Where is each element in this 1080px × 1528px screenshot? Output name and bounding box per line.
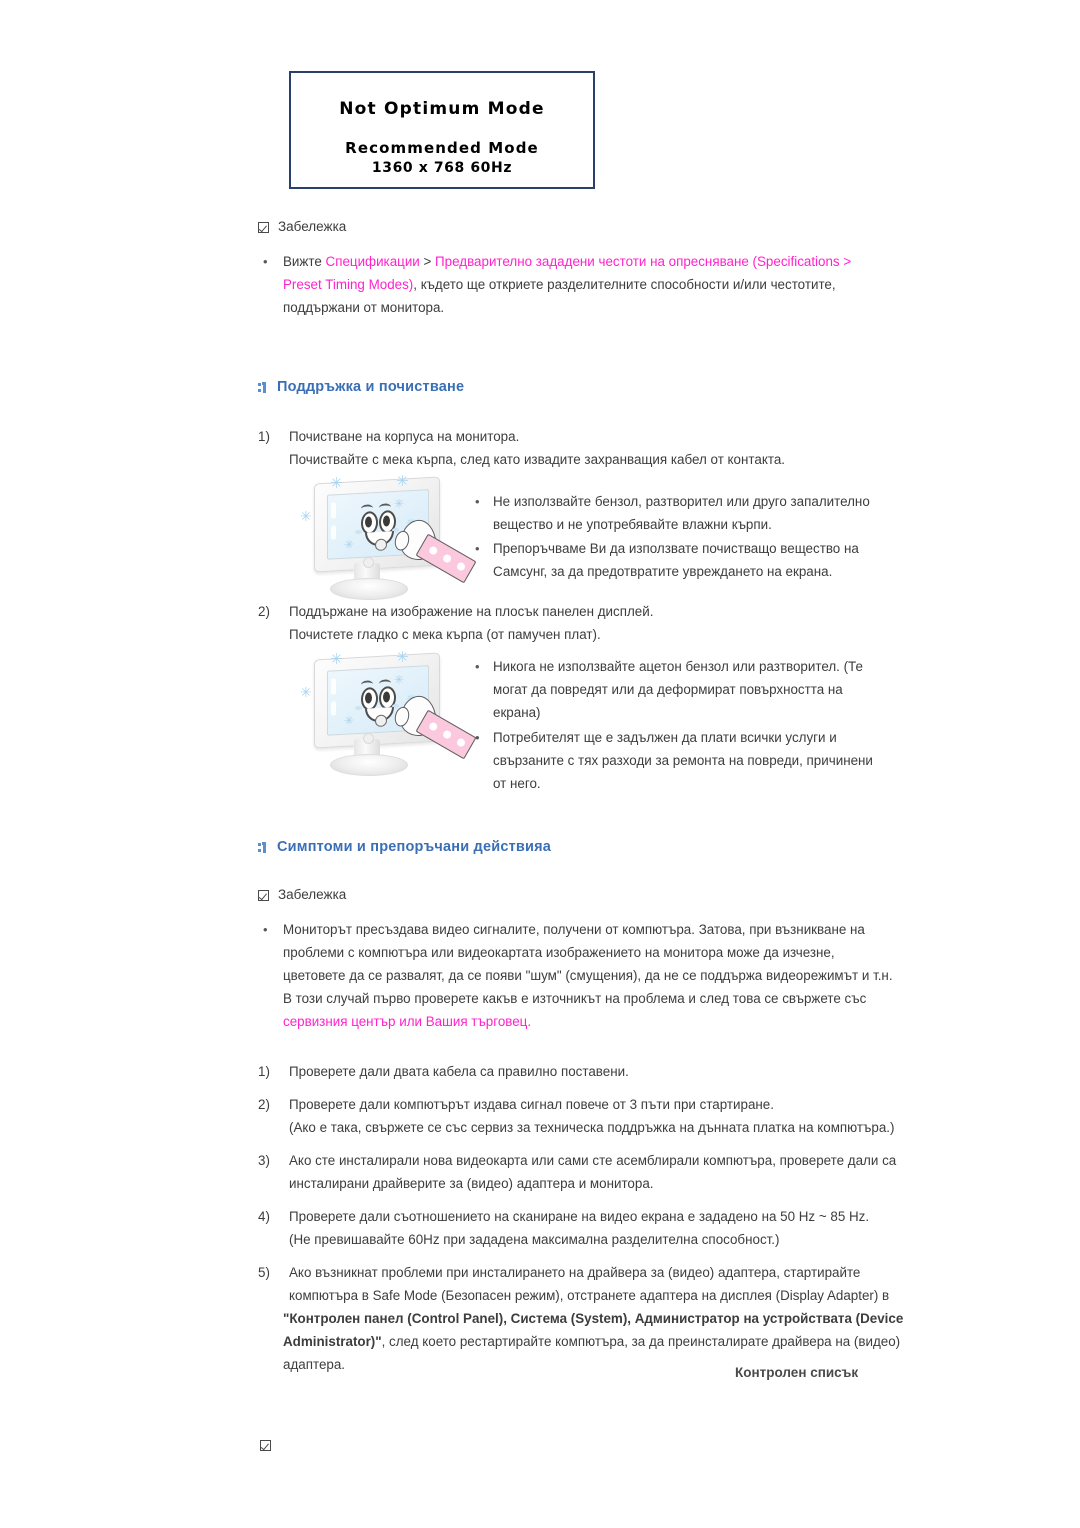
maintenance-item-1-line-1: Почистване на корпуса на монитора. [289, 429, 520, 444]
osd-line-not-optimum: Not Optimum Mode [339, 99, 545, 119]
note-label-text: Забележка [278, 219, 347, 234]
step-1-line-1: Проверете дали двата кабела са правилно … [289, 1064, 629, 1079]
note-label-top: Забележка [258, 219, 346, 234]
step-number-5: 5) [258, 1265, 270, 1280]
checkbox-checked-icon [258, 890, 269, 901]
bullet-icon: • [475, 659, 480, 674]
screen-highlight-stripe [331, 701, 336, 716]
note-label-symptoms: Забележка [258, 887, 346, 902]
bullet-icon: • [475, 730, 480, 745]
sparkle-icon: ✳ [396, 472, 409, 490]
checkbox-checked-icon [258, 222, 269, 233]
link-preset-timing-modes-b[interactable]: Timing Modes) [325, 277, 413, 292]
link-specifications[interactable]: Спецификации [326, 254, 420, 269]
monitor-cleaning-illustration-2: ✳ ✳ ✳ ✳ ✳ ✳ ✳ [292, 648, 477, 778]
bullet-icon: • [475, 541, 480, 556]
osd-line-recommended: Recommended Mode [345, 139, 539, 157]
step-number-4: 4) [258, 1209, 270, 1224]
step-5-line-1: Ако възникнат проблеми при инсталирането… [289, 1265, 861, 1280]
step-number-2: 2) [258, 1097, 270, 1112]
note-top-text-4: монитора. [380, 300, 445, 315]
step-4-line-1: Проверете дали съотношението на сканиран… [289, 1209, 870, 1224]
step-2-line-2: (Ако е така, свържете се със сервиз за т… [289, 1120, 895, 1135]
blush-left [355, 705, 362, 711]
step-5-bold-part-2: Administrator)" [283, 1334, 382, 1349]
symptoms-note-line-1: Мониторът пресъздава видео сигналите, по… [283, 922, 865, 937]
sparkle-icon: ✳ [300, 685, 312, 701]
monitor-cleaning-illustration-1: ✳ ✳ ✳ ✳ ✳ ✳ ✳ [292, 472, 477, 602]
step-number-1: 1) [258, 1064, 270, 1079]
checkbox-checked-icon[interactable] [260, 1440, 271, 1451]
step-3-line-1: Ако сте инсталирали нова видеокарта или … [289, 1153, 897, 1168]
document-page: Not Optimum Mode Recommended Mode 1360 x… [0, 0, 1080, 1528]
bullet-icon: • [263, 922, 268, 937]
step-5-bold-part-1: "Контролен панел (Control Panel), Систем… [283, 1311, 904, 1326]
section-heading-maintenance: Поддръжка и почистване [258, 379, 464, 395]
mouth [365, 707, 394, 728]
screen-highlight-stripe [331, 502, 336, 519]
section-heading-symptoms-text: Симптоми и препоръчани действияа [277, 839, 552, 855]
maintenance-item-2-bullet-1: Никога не използвайте ацетон бензол или … [493, 659, 863, 720]
link-service-center-b[interactable]: център или Вашия търговец. [351, 1014, 531, 1029]
list-number-2: 2) [258, 604, 270, 619]
maintenance-item-2-bullet-2: Потребителят ще е задължен да плати всич… [493, 730, 873, 791]
screen-highlight-stripe [331, 678, 336, 695]
maintenance-item-2-line-2: Почистете гладко с мека кърпа (от памуче… [289, 627, 601, 642]
symptoms-note-line-4: случай първо проверете какъв е източникъ… [326, 991, 867, 1006]
screen-highlight-stripe [331, 525, 336, 540]
sparkle-icon: ✳ [396, 648, 409, 666]
step-5-line-2: компютъра в Safe Mode (Безопасен режим),… [289, 1288, 890, 1303]
maintenance-item-1-bullet-2: Препоръчваме Ви да използвате почистващо… [493, 541, 859, 579]
list-number-1: 1) [258, 429, 270, 444]
note-top-text-1: Вижте [283, 254, 326, 269]
footer-checkbox-row[interactable] [260, 1437, 271, 1456]
blush-left [355, 529, 362, 535]
osd-line-resolution: 1360 x 768 60Hz [371, 160, 513, 176]
tongue [375, 714, 387, 728]
maintenance-item-1-line-2: Почиствайте с мека кърпа, след като изва… [289, 452, 785, 467]
monitor-base [330, 754, 408, 776]
link-service-center-a[interactable]: сервизния [283, 1014, 347, 1029]
tongue [375, 538, 387, 552]
step-number-3: 3) [258, 1153, 270, 1168]
step-2-line-1: Проверете дали компютърът издава сигнал … [289, 1097, 774, 1112]
sparkle-icon: ✳ [300, 509, 312, 525]
step-5-bold-block: "Контролен панел (Control Panel), Систем… [283, 1307, 913, 1353]
cleaning-cloth [415, 533, 477, 584]
sparkle-icon: ✳ [330, 650, 343, 668]
step-3-line-2: инсталирани драйверите за (видео) адапте… [289, 1176, 654, 1191]
note-top-paragraph: Вижте Спецификации > Предварително задад… [283, 250, 883, 319]
maintenance-item-1-bullet-1: Не използвайте бензол, разтворител или д… [493, 494, 870, 532]
chevron-right-icon [258, 381, 267, 393]
sparkle-icon: ✳ [344, 713, 355, 728]
note-top-sep: > [419, 254, 436, 269]
monitor-base [330, 578, 408, 600]
symptoms-note-paragraph: Мониторът пресъздава видео сигналите, по… [283, 918, 893, 1033]
step-4-line-2: (Не превишавайте 60Hz при зададена макси… [289, 1232, 780, 1247]
section-heading-maintenance-text: Поддръжка и почистване [277, 379, 465, 395]
sparkle-icon: ✳ [344, 537, 355, 552]
bullet-icon: • [475, 494, 480, 509]
sparkle-icon: ✳ [330, 474, 343, 492]
osd-message-box: Not Optimum Mode Recommended Mode 1360 x… [289, 71, 595, 189]
mouth [365, 531, 394, 552]
maintenance-item-2-line-1: Поддържане на изображение на плосък пане… [289, 604, 654, 619]
bullet-icon: • [263, 254, 268, 269]
cleaning-cloth [415, 709, 477, 760]
section-heading-symptoms: Симптоми и препоръчани действияа [258, 839, 551, 855]
note-label-text: Забележка [278, 887, 347, 902]
chevron-right-icon [258, 841, 267, 853]
step-5-after-bold: , след което рестартирайте компютъра, за… [381, 1334, 901, 1349]
footer-checklist-title: Контролен списък [735, 1365, 859, 1380]
